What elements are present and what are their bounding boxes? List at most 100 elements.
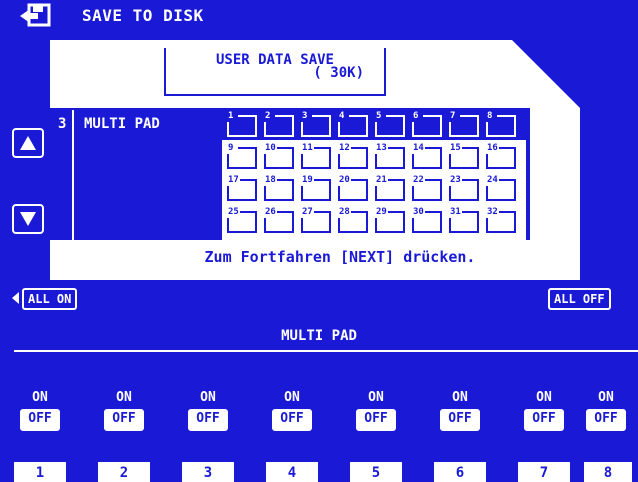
number-tab[interactable]: 7: [518, 462, 570, 482]
info-size: ( 30K): [313, 65, 364, 81]
pad-slot[interactable]: 31: [448, 207, 479, 234]
pad-slot[interactable]: 20: [337, 175, 368, 202]
pad-slot[interactable]: 29: [374, 207, 405, 234]
number-tab[interactable]: 1: [14, 462, 66, 482]
pad-number: 22: [412, 175, 425, 186]
pad-slot[interactable]: 5: [374, 111, 405, 138]
off-button[interactable]: OFF: [586, 409, 626, 431]
pad-number: 2: [264, 111, 272, 122]
save-to-disk-icon: [20, 3, 54, 29]
number-tab[interactable]: 4: [266, 462, 318, 482]
number-tab[interactable]: 2: [98, 462, 150, 482]
number-tab[interactable]: 3: [182, 462, 234, 482]
on-label: ON: [368, 390, 384, 405]
on-label: ON: [32, 390, 48, 405]
pad-slot[interactable]: 12: [337, 143, 368, 170]
off-button[interactable]: OFF: [356, 409, 396, 431]
pad-slot[interactable]: 14: [411, 143, 442, 170]
pad-slot[interactable]: 26: [263, 207, 294, 234]
pad-slot[interactable]: 24: [485, 175, 516, 202]
pad-slot[interactable]: 15: [448, 143, 479, 170]
pad-number: 3: [301, 111, 309, 122]
off-button[interactable]: OFF: [104, 409, 144, 431]
pad-number: 11: [301, 143, 314, 154]
pad-slot[interactable]: 4: [337, 111, 368, 138]
screen: SAVE TO DISK USER DATA SAVE ( 30K) 3 MUL…: [0, 0, 638, 482]
pad-slot[interactable]: 9: [226, 143, 257, 170]
pad-number: 6: [412, 111, 420, 122]
arrow-down-icon: [20, 212, 36, 226]
pad-slot[interactable]: 7: [448, 111, 479, 138]
pad-slot[interactable]: 13: [374, 143, 405, 170]
pad-number: 28: [338, 207, 351, 218]
pad-slot[interactable]: 16: [485, 143, 516, 170]
off-button[interactable]: OFF: [440, 409, 480, 431]
on-off-toggle[interactable]: ON OFF: [272, 390, 312, 431]
on-label: ON: [284, 390, 300, 405]
pad-number: 31: [449, 207, 462, 218]
pad-slot[interactable]: 30: [411, 207, 442, 234]
scroll-up-button[interactable]: [12, 128, 44, 158]
pad-number: 8: [486, 111, 494, 122]
on-label: ON: [116, 390, 132, 405]
pad-number: 10: [264, 143, 277, 154]
pad-number: 19: [301, 175, 314, 186]
pad-slot[interactable]: 2: [263, 111, 294, 138]
pad-grid: 1 2 3 4 5 6 7 8 9 10 11 12 13 14 15 16 17 18 19 20 21 22 23 24 2…: [226, 111, 526, 238]
pad-slot[interactable]: 27: [300, 207, 331, 234]
pad-slot[interactable]: 1: [226, 111, 257, 138]
selection-pointer-icon: [12, 292, 19, 304]
off-button[interactable]: OFF: [272, 409, 312, 431]
instruction-message: Zum Fortfahren [NEXT] drücken.: [204, 248, 476, 266]
number-tab[interactable]: 8: [584, 462, 632, 482]
pad-slot[interactable]: 3: [300, 111, 331, 138]
all-off-button[interactable]: ALL OFF: [548, 288, 611, 310]
pad-number: 23: [449, 175, 462, 186]
off-button[interactable]: OFF: [20, 409, 60, 431]
on-off-toggle[interactable]: ON OFF: [104, 390, 144, 431]
pad-number: 26: [264, 207, 277, 218]
pad-number: 12: [338, 143, 351, 154]
on-off-toggle[interactable]: ON OFF: [524, 390, 564, 431]
pad-number: 17: [227, 175, 240, 186]
pad-slot[interactable]: 23: [448, 175, 479, 202]
pad-slot[interactable]: 6: [411, 111, 442, 138]
pad-number: 32: [486, 207, 499, 218]
pad-slot[interactable]: 22: [411, 175, 442, 202]
on-off-toggle[interactable]: ON OFF: [356, 390, 396, 431]
pad-slot[interactable]: 28: [337, 207, 368, 234]
on-off-toggle[interactable]: ON OFF: [440, 390, 480, 431]
number-tab[interactable]: 6: [434, 462, 486, 482]
pad-number: 29: [375, 207, 388, 218]
pad-slot[interactable]: 21: [374, 175, 405, 202]
section-divider: [14, 350, 638, 352]
pad-slot[interactable]: 10: [263, 143, 294, 170]
pad-number: 30: [412, 207, 425, 218]
pad-slot[interactable]: 17: [226, 175, 257, 202]
all-on-button[interactable]: ALL ON: [22, 288, 78, 310]
pad-slot[interactable]: 32: [485, 207, 516, 234]
pad-number: 25: [227, 207, 240, 218]
pad-number: 1: [227, 111, 235, 122]
pad-number: 21: [375, 175, 388, 186]
pad-slot[interactable]: 25: [226, 207, 257, 234]
number-tab[interactable]: 5: [350, 462, 402, 482]
off-button[interactable]: OFF: [188, 409, 228, 431]
screen-title: SAVE TO DISK: [82, 6, 204, 25]
pad-number: 15: [449, 143, 462, 154]
arrow-up-icon: [20, 136, 36, 150]
on-off-toggle[interactable]: ON OFF: [20, 390, 60, 431]
on-off-toggle[interactable]: ON OFF: [188, 390, 228, 431]
off-button[interactable]: OFF: [524, 409, 564, 431]
row-divider: [72, 110, 74, 240]
row-number: 3: [58, 116, 67, 132]
scroll-down-button[interactable]: [12, 204, 44, 234]
pad-slot[interactable]: 11: [300, 143, 331, 170]
row-name[interactable]: MULTI PAD: [84, 116, 160, 132]
on-off-toggle[interactable]: ON OFF: [586, 390, 626, 431]
pad-slot[interactable]: 18: [263, 175, 294, 202]
pad-number: 14: [412, 143, 425, 154]
pad-slot[interactable]: 8: [485, 111, 516, 138]
pad-slot[interactable]: 19: [300, 175, 331, 202]
pad-number: 13: [375, 143, 388, 154]
